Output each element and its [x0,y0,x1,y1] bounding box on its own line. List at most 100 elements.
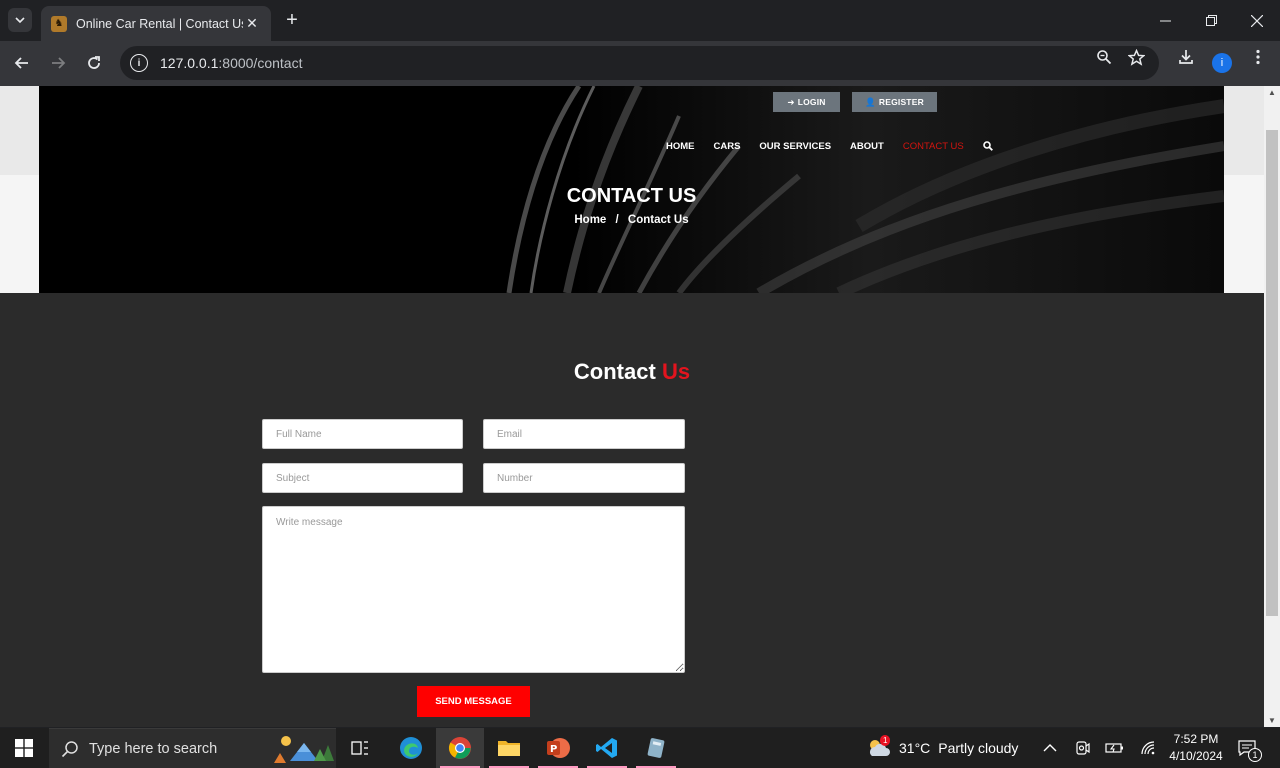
hero-banner: ➜ LOGIN 👤 REGISTER HOME CARS OUR SERVICES … [39,86,1224,293]
tab-search-button[interactable] [8,8,32,32]
search-icon [61,740,78,757]
login-label: LOGIN [797,97,826,107]
taskbar-clock[interactable]: 7:52 PM 4/10/2024 [1160,731,1232,765]
breadcrumb-home[interactable]: Home [574,214,606,226]
battery-tray-icon[interactable] [1105,728,1125,768]
taskbar-file-explorer[interactable] [485,728,533,768]
browser-tab-active[interactable]: ♞ Online Car Rental | Contact Us ✕ [41,6,271,41]
sign-in-icon: ➜ [787,96,795,107]
tab-close-icon[interactable]: ✕ [243,15,261,32]
folder-icon [498,741,520,756]
close-icon [1251,14,1263,27]
send-message-button[interactable]: SEND MESSAGE [417,686,530,717]
forward-button[interactable] [46,51,70,75]
clock-time: 7:52 PM [1173,732,1219,746]
taskbar-app[interactable] [632,728,680,768]
taskbar-vscode[interactable] [583,728,631,768]
clock-date: 4/10/2024 [1169,749,1223,763]
back-button[interactable] [10,51,34,75]
magnifier-icon [1097,50,1112,65]
taskbar-search[interactable]: Type here to search [49,728,336,768]
contact-section-title: Contact Us [0,359,1264,385]
nav-contact-us[interactable]: CONTACT US [903,141,964,154]
scroll-down-arrow-icon[interactable]: ▼ [1264,716,1280,725]
nav-search-icon[interactable] [982,141,993,154]
section-title-white: Contact [573,359,656,384]
camera-icon [1076,741,1090,755]
powerpoint-icon: P [547,738,570,758]
close-window-button[interactable] [1234,0,1280,41]
nav-home[interactable]: HOME [666,141,695,154]
zoom-icon[interactable] [1094,49,1114,70]
scroll-up-arrow-icon[interactable]: ▲ [1264,88,1280,97]
page-scrollbar[interactable]: ▲ ▼ [1264,86,1280,727]
search-highlight-illustration-icon [274,736,334,763]
chrome-icon [448,737,471,759]
notification-center-button[interactable]: 1 [1238,728,1262,768]
downloads-button[interactable] [1176,49,1196,70]
network-tray-icon[interactable] [1140,728,1156,768]
register-label: REGISTER [878,97,924,107]
nav-our-services[interactable]: OUR SERVICES [759,141,831,154]
start-button[interactable] [0,728,48,768]
main-nav: HOME CARS OUR SERVICES ABOUT CONTACT US [666,141,1012,154]
breadcrumb-current: Contact Us [627,214,689,226]
edge-icon [400,737,422,759]
chevron-down-icon [15,17,25,24]
meet-now-tray-icon[interactable] [1075,728,1091,768]
url-host: 127.0.0.1 [160,55,219,71]
scrollbar-thumb[interactable] [1266,130,1278,616]
windows-logo-icon [15,739,33,757]
windows-taskbar: Type here to search P 1 31°C Partly clou… [0,728,1280,768]
minimize-button[interactable] [1142,0,1188,41]
web-page: ➜ LOGIN 👤 REGISTER HOME CARS OUR SERVICES … [0,86,1264,727]
chevron-up-icon [1043,744,1057,752]
hero-title: CONTACT US [566,185,697,207]
weather-temperature: 31°C [899,740,931,756]
message-textarea[interactable] [262,506,685,673]
browser-menu-button[interactable] [1248,49,1268,70]
address-bar[interactable]: i 127.0.0.1:8000/contact [120,46,1159,80]
new-tab-button[interactable]: + [282,9,302,31]
weather-description: Partly cloudy [938,740,1019,756]
email-input[interactable] [483,419,685,449]
register-button[interactable]: 👤 REGISTER [852,92,937,112]
task-view-icon [351,741,368,755]
taskbar-edge[interactable] [387,728,435,768]
login-button[interactable]: ➜ LOGIN [773,92,840,112]
taskbar-powerpoint[interactable]: P [534,728,582,768]
user-plus-icon: 👤 [865,96,876,107]
tab-title: Online Car Rental | Contact Us [76,16,243,31]
search-icon [982,141,993,151]
restore-icon [1205,15,1217,26]
arrow-left-icon [14,57,28,69]
reload-button[interactable] [82,51,106,75]
profile-avatar[interactable]: i [1212,53,1232,73]
svg-text:P: P [550,744,557,755]
site-info-icon[interactable]: i [130,54,148,72]
browser-tabstrip: ♞ Online Car Rental | Contact Us ✕ + [0,0,1280,41]
taskbar-chrome[interactable] [436,728,484,768]
breadcrumb-separator: / [615,214,619,226]
battery-charging-icon [1105,743,1123,753]
browser-toolbar: i 127.0.0.1:8000/contact i [0,41,1280,86]
download-icon [1179,50,1193,64]
number-input[interactable] [483,463,685,493]
reload-icon [88,56,100,69]
arrow-right-icon [52,57,66,69]
task-view-button[interactable] [336,728,384,768]
kebab-menu-icon [1256,49,1260,65]
star-icon [1126,48,1146,66]
taskbar-search-placeholder: Type here to search [89,740,218,757]
nav-about[interactable]: ABOUT [850,141,884,154]
show-hidden-icons-button[interactable] [1043,728,1057,768]
full-name-input[interactable] [262,419,463,449]
weather-widget[interactable]: 1 31°C Partly cloudy [866,728,1018,768]
vscode-icon [596,738,617,758]
section-title-red: Us [661,359,691,384]
nav-cars[interactable]: CARS [714,141,741,154]
notification-count: 1 [1248,748,1262,762]
restore-button[interactable] [1188,0,1234,41]
bookmark-star-icon[interactable] [1126,48,1146,71]
subject-input[interactable] [262,463,463,493]
